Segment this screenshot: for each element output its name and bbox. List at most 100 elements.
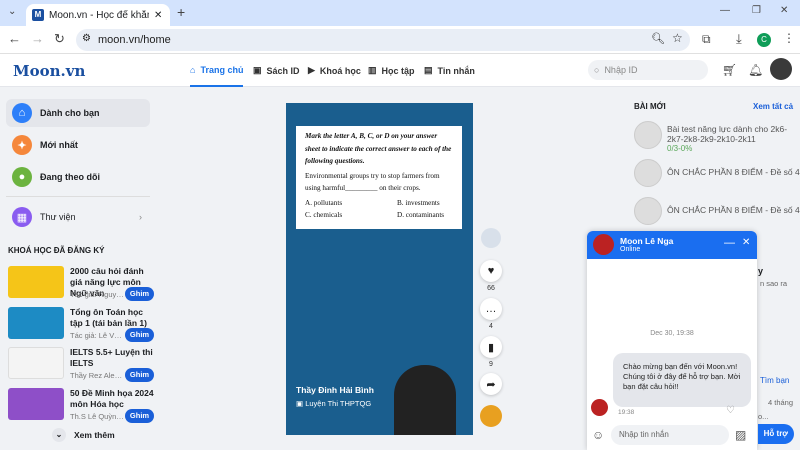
tab-title: Moon.vn - Học để khẳng định mình	[49, 9, 149, 21]
comment-button[interactable]: …	[480, 298, 502, 320]
book-icon: ▥	[368, 65, 377, 75]
browser-tab[interactable]: M Moon.vn - Học để khẳng định mình ✕	[26, 4, 170, 26]
pin-button[interactable]: Ghim	[125, 368, 154, 382]
like-button[interactable]: ♥	[480, 260, 502, 282]
forward-icon[interactable]: →	[31, 31, 44, 46]
course-item[interactable]: Tổng ôn Toán học tập 1 (tái bản lần 1) Tá…	[8, 307, 154, 343]
nav-books[interactable]: ▣ Sách ID	[253, 54, 300, 87]
site-settings-icon[interactable]: ⚙	[82, 33, 91, 44]
new-posts-heading: BÀI MỚI	[634, 102, 666, 111]
logo[interactable]: Moon.vn	[13, 62, 85, 80]
bookmark-icon: ▮	[487, 341, 495, 354]
tab-list-icon[interactable]: ⌄	[8, 6, 16, 17]
post-item[interactable]: Bài test năng lực dành cho 2k6-2k7-2k8-2…	[667, 124, 797, 154]
nav-courses[interactable]: ▶ Khoá học	[308, 54, 361, 87]
site-header: Moon.vn ⌂ Trang chủ ▣ Sách ID ▶ Khoá học ▥ H…	[0, 54, 800, 87]
sidebar-item-following[interactable]: ● Đang theo dõi	[6, 163, 150, 191]
profile-avatar[interactable]: C	[757, 33, 771, 47]
share-icon: ➦	[486, 378, 496, 391]
creator-avatar[interactable]	[481, 228, 501, 248]
course-item[interactable]: IELTS 5.5+ Luyện thi IELTS Thầy Rez Alexi…	[8, 347, 154, 383]
sender-avatar	[591, 399, 608, 416]
zoom-icon[interactable]: 🔍︎	[651, 32, 665, 45]
reload-icon[interactable]: ↻	[54, 31, 65, 47]
heart-icon: ♥	[487, 265, 495, 277]
course-item[interactable]: 50 Đề Minh họa 2024 môn Hóa học Th.S Lê Q…	[8, 388, 154, 424]
comment-icon: …	[485, 303, 497, 315]
minimize-chat-icon[interactable]: —	[724, 237, 735, 249]
teacher-name[interactable]: Thầy Đinh Hải Bình	[296, 385, 374, 395]
pin-button[interactable]: Ghim	[125, 328, 154, 342]
url-field[interactable]: ⚙ moon.vn/home 🔍︎ ☆	[76, 29, 690, 51]
tab-bar: ⌄ M Moon.vn - Học để khẳng định mình ✕ +…	[0, 0, 800, 26]
chat-date: Dec 30, 19:38	[650, 330, 694, 337]
message-time: 19:38	[618, 409, 635, 416]
find-friends-link[interactable]: Tìm bạn	[760, 376, 789, 385]
nav-study[interactable]: ▥ Học tập	[368, 54, 415, 87]
comment-count: 4	[489, 323, 493, 330]
question-card: Mark the letter A, B, C, or D on your an…	[296, 126, 462, 229]
save-button[interactable]: ▮	[480, 336, 502, 358]
search-input[interactable]: ○ Nhập ID	[588, 60, 708, 80]
play-icon: ▶	[308, 65, 315, 75]
chat-avatar	[593, 234, 614, 255]
sidebar-item-for-you[interactable]: ⌂ Dành cho bạn	[6, 99, 150, 127]
extensions-icon[interactable]: ⧉	[702, 32, 711, 47]
chevron-right-icon: ›	[139, 212, 142, 222]
chevron-down-icon: ⌄	[52, 428, 66, 442]
home-icon: ⌂	[12, 103, 32, 123]
see-all-link[interactable]: Xem tất cả	[753, 102, 793, 111]
nav-home[interactable]: ⌂ Trang chủ	[190, 54, 244, 87]
bag-icon: ▣	[253, 65, 262, 75]
share-button[interactable]: ➦	[480, 373, 502, 395]
playlist-icon: ▣	[296, 399, 304, 408]
pin-button[interactable]: Ghim	[125, 409, 154, 423]
courses-heading: KHOÁ HỌC ĐÃ ĐĂNG KÝ	[8, 246, 105, 255]
close-tab-icon[interactable]: ✕	[154, 10, 162, 21]
chat-header: Moon Lê Nga Online — ✕	[587, 231, 757, 259]
channel-link[interactable]: ▣ Luyện Thi THPTQG	[296, 399, 371, 408]
video-player[interactable]: Mark the letter A, B, C, or D on your an…	[286, 103, 473, 435]
chat-message: Chào mừng bạn đến với Moon.vn! Chúng tôi…	[613, 353, 751, 407]
course-item[interactable]: 2000 câu hỏi đánh giá năng lực môn Ngữ v…	[8, 266, 154, 302]
bell-icon[interactable]: 🔔︎	[748, 63, 763, 77]
music-disc-icon[interactable]	[480, 405, 502, 427]
post-item[interactable]: ÔN CHẮC PHẦN 8 ĐIỂM - Đề số 4	[667, 167, 800, 177]
post-avatar[interactable]	[634, 159, 662, 187]
post-avatar[interactable]	[634, 197, 662, 225]
see-more-button[interactable]: ⌄ Xem thêm	[52, 428, 115, 442]
chat-window: Moon Lê Nga Online — ✕ Dec 30, 19:38 Chà…	[587, 231, 757, 450]
divider	[6, 196, 150, 197]
cart-icon[interactable]: 🛒︎	[722, 63, 737, 77]
chat-input[interactable]: Nhập tin nhắn	[611, 425, 729, 445]
image-icon[interactable]: ▨	[735, 428, 746, 442]
download-icon[interactable]: ⤓	[736, 31, 742, 47]
url-text: moon.vn/home	[98, 34, 171, 46]
heart-react-icon[interactable]: ♡	[726, 405, 735, 416]
menu-icon[interactable]: ⋮	[783, 31, 795, 45]
sidebar-item-library[interactable]: ▦ Thư viện ›	[6, 203, 150, 231]
sparkle-icon: ✦	[12, 135, 32, 155]
save-count: 9	[489, 361, 493, 368]
support-button[interactable]: Hỗ trợ	[758, 424, 794, 444]
favicon-icon: M	[32, 9, 44, 21]
pin-button[interactable]: Ghim	[125, 287, 154, 301]
post-item[interactable]: ÔN CHẮC PHẦN 8 ĐIỂM - Đề số 4	[667, 205, 800, 215]
presenter-image	[394, 365, 456, 435]
back-icon[interactable]: ←	[8, 31, 21, 46]
nav-messages[interactable]: ▤ Tin nhắn	[424, 54, 475, 87]
emoji-icon[interactable]: ☺	[592, 428, 604, 442]
home-icon: ⌂	[190, 64, 196, 75]
close-window-icon[interactable]: ✕	[780, 5, 788, 16]
close-chat-icon[interactable]: ✕	[742, 237, 750, 248]
sidebar-item-newest[interactable]: ✦ Mới nhất	[6, 131, 150, 159]
bookmark-star-icon[interactable]: ☆	[672, 31, 683, 45]
like-count: 66	[487, 285, 495, 292]
user-avatar[interactable]	[770, 58, 792, 80]
chat-icon: ▤	[424, 65, 433, 75]
restore-icon[interactable]: ❐	[752, 5, 761, 16]
post-avatar[interactable]	[634, 121, 662, 149]
new-tab-icon[interactable]: +	[177, 4, 185, 20]
address-bar-row: ← → ↻ ⚙ moon.vn/home 🔍︎ ☆ ⧉ ⤓ C ⋮	[0, 26, 800, 54]
minimize-icon[interactable]: —	[720, 5, 730, 16]
